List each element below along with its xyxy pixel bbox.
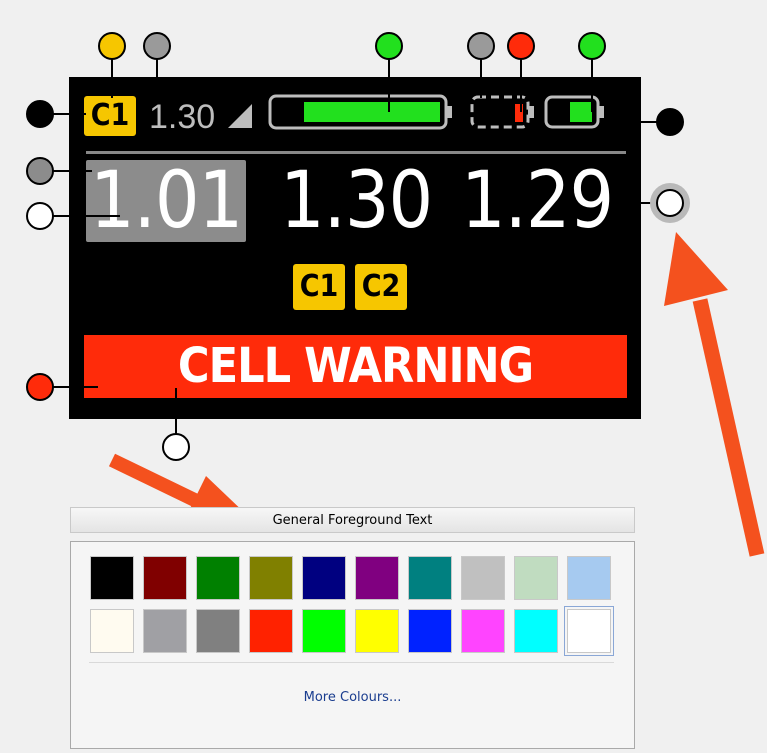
callout-pin [143,32,171,60]
color-swatch[interactable] [196,556,240,600]
color-swatch[interactable] [461,609,505,653]
callout-pin [656,108,684,136]
color-picker-header[interactable]: General Foreground Text [70,507,635,533]
callout-pin [375,32,403,60]
color-swatch[interactable] [564,606,614,656]
callout-pin [467,32,495,60]
callout-pin [26,100,54,128]
color-swatch[interactable] [90,609,134,653]
callout-pin [507,32,535,60]
color-swatch[interactable] [355,609,399,653]
color-swatch[interactable] [514,609,558,653]
callout-pin [578,32,606,60]
callout-pin [656,189,684,217]
callout-pin [26,157,54,185]
color-swatch[interactable] [249,609,293,653]
picker-separator [89,662,614,663]
more-colours-link[interactable]: More Colours... [71,690,634,705]
color-swatch[interactable] [249,556,293,600]
color-swatch[interactable] [355,556,399,600]
arrow-to-pin [664,232,765,557]
color-swatch[interactable] [408,609,452,653]
callout-pin [26,202,54,230]
color-swatch[interactable] [302,556,346,600]
color-swatch[interactable] [567,556,611,600]
color-swatch[interactable] [302,609,346,653]
color-swatch[interactable] [143,609,187,653]
callout-pins [26,32,690,461]
color-swatch[interactable] [196,609,240,653]
color-picker-panel: More Colours... [70,541,635,749]
color-swatch[interactable] [143,556,187,600]
color-swatch[interactable] [514,556,558,600]
color-swatch[interactable] [408,556,452,600]
callout-pin [26,373,54,401]
callout-pin [98,32,126,60]
color-swatch[interactable] [461,556,505,600]
callout-pin [162,433,190,461]
color-swatch[interactable] [90,556,134,600]
